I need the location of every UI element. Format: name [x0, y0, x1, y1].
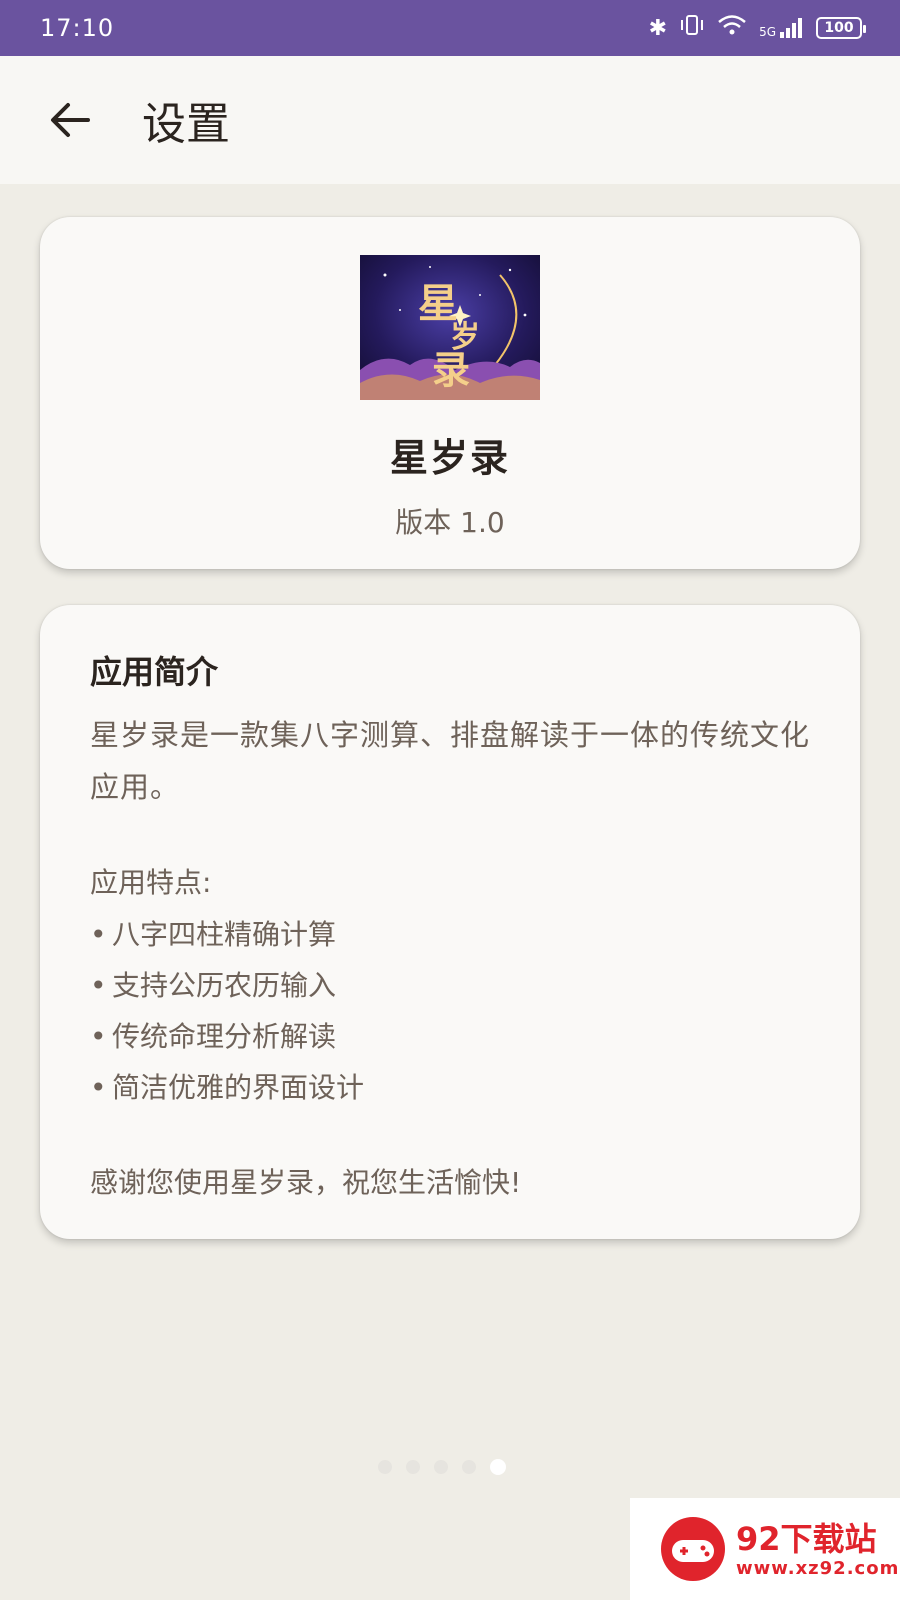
svg-text:录: 录 [432, 347, 470, 392]
status-icons: ✱ 5G 100 [648, 13, 866, 43]
feature-item: • 支持公历农历输入 [90, 960, 810, 1011]
about-thanks: 感谢您使用星岁录，祝您生活愉快! [90, 1166, 522, 1199]
signal-icon: 5G [759, 18, 804, 38]
app-bar: 设置 [0, 56, 900, 184]
status-bar: 17:10 ✱ 5G 100 [0, 0, 900, 56]
about-card: 应用简介 星岁录是一款集八字测算、排盘解读于一体的传统文化应用。 应用特点: •… [40, 605, 860, 1239]
watermark-text: 92下载站 www.xz92.com [736, 1520, 899, 1579]
about-description: 星岁录是一款集八字测算、排盘解读于一体的传统文化应用。 [90, 718, 811, 804]
gamepad-logo-icon [661, 1517, 725, 1581]
vibrate-icon [679, 13, 705, 43]
feature-text: 支持公历农历输入 [112, 969, 337, 1002]
page-indicator [378, 1459, 506, 1475]
battery-icon: 100 [816, 17, 866, 39]
feature-text: 简洁优雅的界面设计 [112, 1071, 365, 1104]
bullet-icon: • [90, 969, 107, 1002]
feature-item: • 八字四柱精确计算 [90, 909, 810, 960]
app-name: 星岁录 [389, 436, 510, 480]
back-button[interactable] [40, 90, 100, 150]
watermark-url: www.xz92.com [736, 1557, 900, 1579]
page-dot[interactable] [378, 1460, 392, 1474]
feature-item: • 传统命理分析解读 [90, 1011, 810, 1062]
watermark: 92下载站 www.xz92.com [630, 1498, 900, 1600]
features-title: 应用特点: [90, 866, 212, 899]
feature-text: 八字四柱精确计算 [112, 918, 337, 951]
feature-text: 传统命理分析解读 [112, 1020, 337, 1053]
bullet-icon: • [90, 1071, 107, 1104]
network-type: 5G [759, 25, 776, 39]
app-info-card: 星 岁 录 星岁录 版本 1.0 [40, 217, 860, 569]
wifi-icon [717, 13, 747, 43]
watermark-title: 92下载站 [736, 1519, 877, 1558]
arrow-back-icon [51, 103, 90, 137]
page-dot[interactable] [406, 1460, 420, 1474]
app-version: 版本 1.0 [395, 506, 505, 539]
bullet-icon: • [90, 1020, 107, 1053]
about-heading: 应用简介 [90, 653, 219, 691]
page-title: 设置 [142, 99, 230, 150]
bullet-icon: • [90, 918, 107, 951]
page-dot[interactable] [434, 1460, 448, 1474]
page-dot-active[interactable] [490, 1459, 506, 1475]
app-logo: 星 岁 录 [360, 255, 540, 400]
bluetooth-icon: ✱ [648, 15, 668, 41]
feature-item: • 简洁优雅的界面设计 [90, 1062, 810, 1113]
page-dot[interactable] [462, 1460, 476, 1474]
status-time: 17:10 [40, 14, 115, 42]
